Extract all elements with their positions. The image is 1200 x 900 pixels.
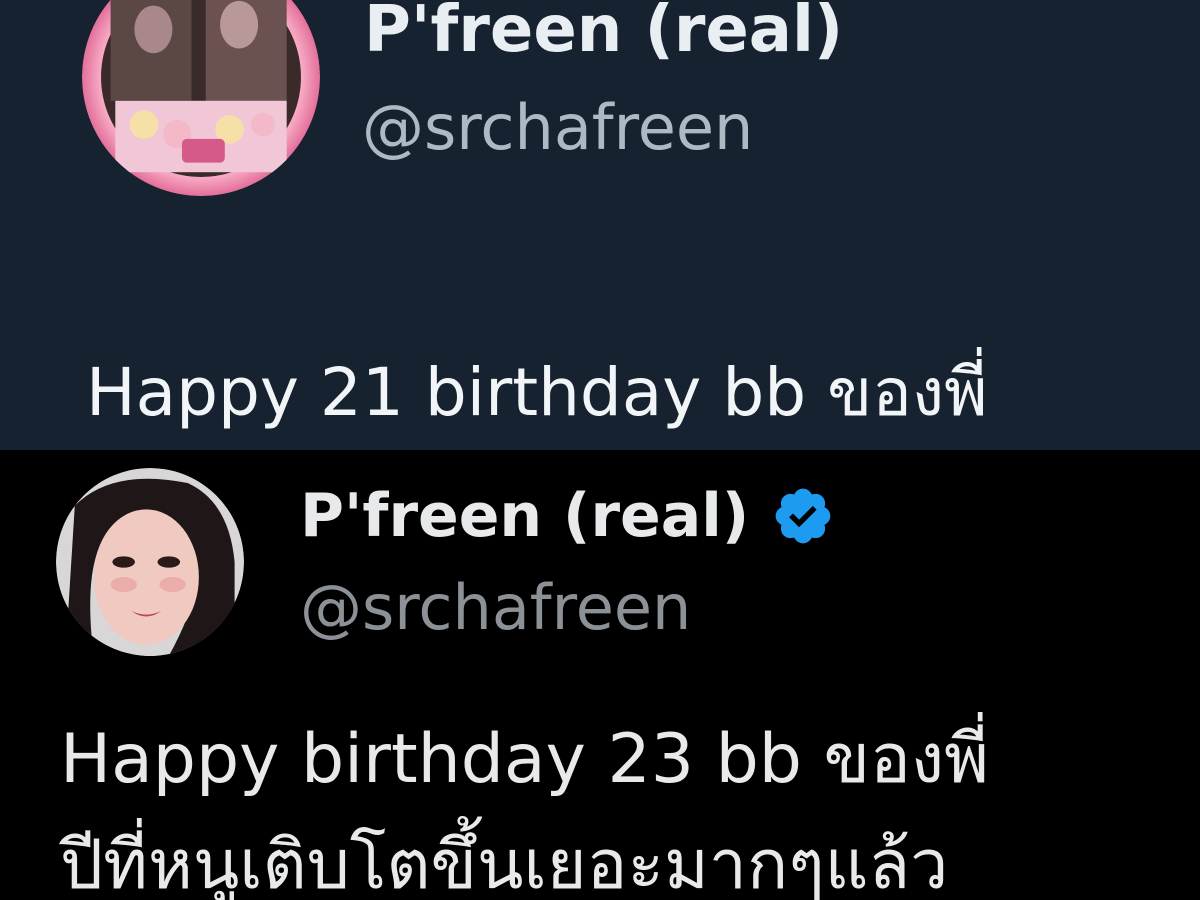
user-handle[interactable]: @srchafreen <box>362 88 753 168</box>
display-name[interactable]: P'freen (real) <box>364 0 843 70</box>
verified-badge-icon <box>771 484 835 548</box>
display-name-text: P'freen (real) <box>300 481 750 551</box>
display-name[interactable]: P'freen (real) <box>300 478 835 554</box>
tweet-card-bottom: P'freen (real) @srchafreen Happy birthda… <box>0 450 1200 900</box>
avatar-image <box>82 0 320 196</box>
avatar[interactable] <box>82 0 320 196</box>
avatar[interactable] <box>56 468 244 656</box>
tweet-text-line-1: Happy birthday 23 bb ของพี่ <box>60 720 989 799</box>
tweet-text: Happy 21 birthday bb ของพี่ <box>86 354 988 431</box>
tweet-text-line-2: ปีที่หนูเติบโตขึ้นเยอะมากๆแล้ว <box>60 826 949 900</box>
avatar-image <box>56 468 244 656</box>
user-handle[interactable]: @srchafreen <box>300 570 691 646</box>
tweet-card-top: P'freen (real) @srchafreen Happy 21 birt… <box>0 0 1200 450</box>
display-name-text: P'freen (real) <box>364 0 844 67</box>
